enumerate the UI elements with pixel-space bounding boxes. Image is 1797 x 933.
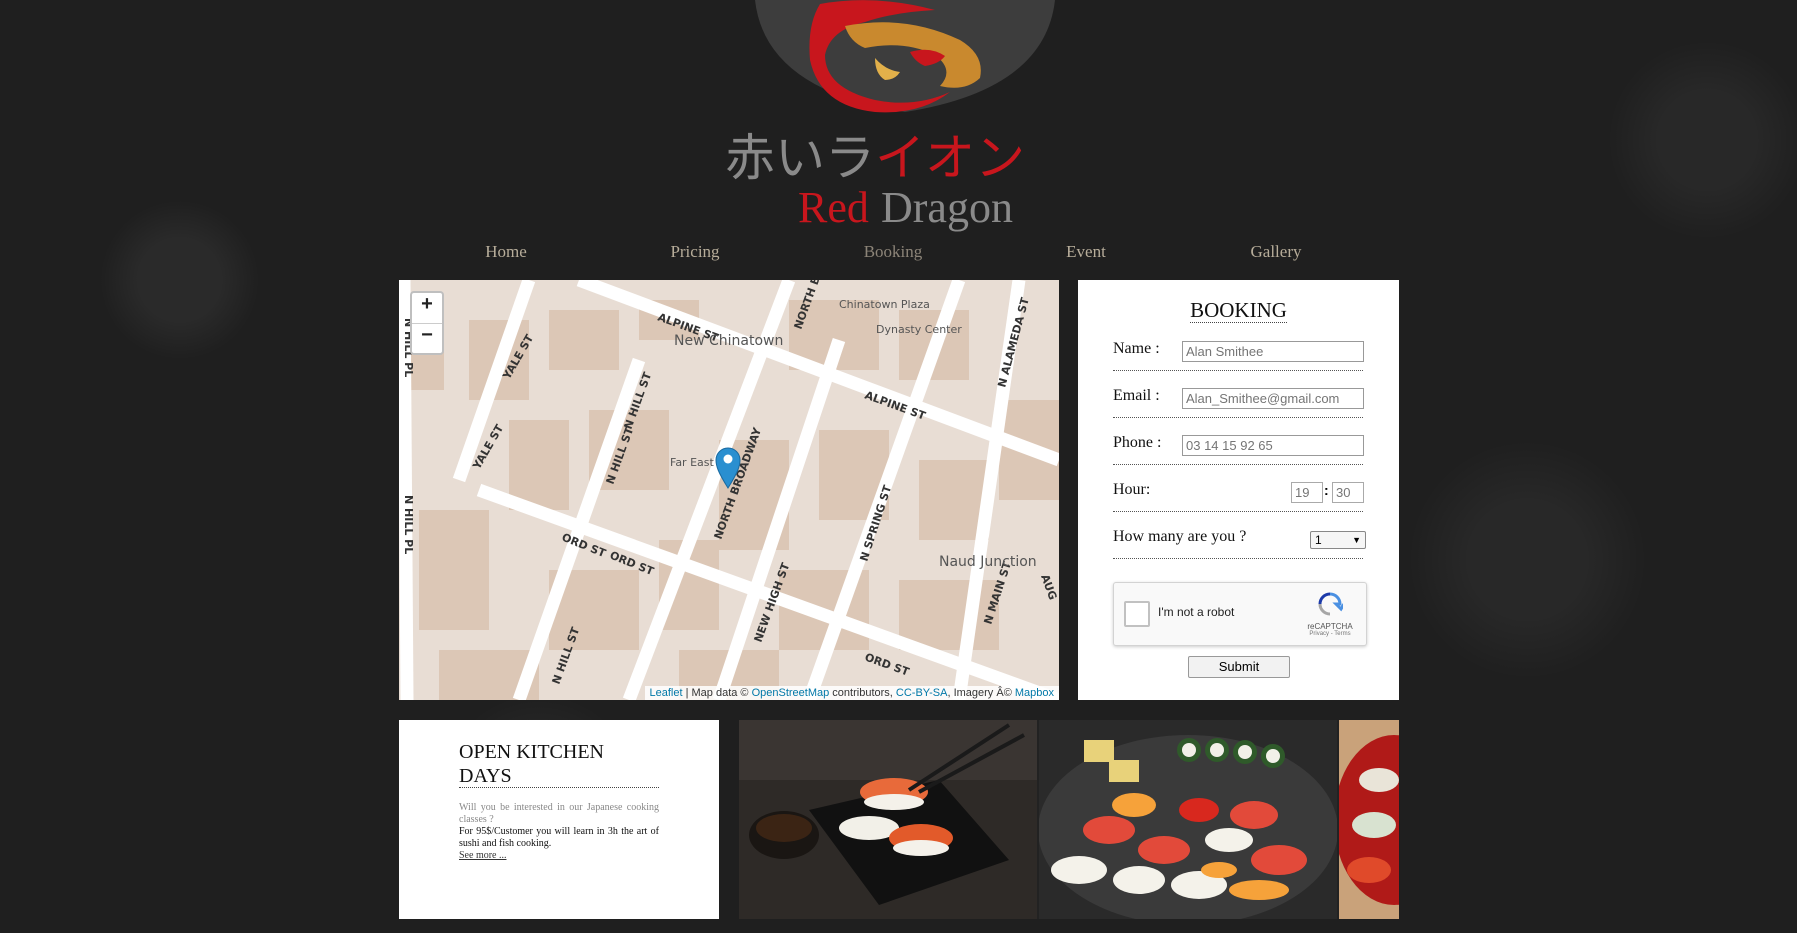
name-row: Name : [1113,330,1364,371]
phone-label: Phone : [1113,434,1162,451]
map-attribution: Leaflet | Map data © OpenStreetMap contr… [644,686,1059,700]
restaurant-logo[interactable]: 赤いライオン Red Dragon [725,0,1085,232]
see-more-link[interactable]: See more ... [459,850,507,861]
hour-separator: : [1324,482,1329,498]
hour-label: Hour: [1113,481,1151,498]
recaptcha-checkbox[interactable] [1124,601,1150,627]
open-kitchen-card: OPEN KITCHEN DAYS Will you be interested… [399,720,719,919]
hour-row: Hour: : [1113,471,1364,512]
dropdown-arrow-icon: ▼ [1352,535,1361,545]
submit-button[interactable]: Submit [1188,656,1290,678]
svg-text:N HILL PL: N HILL PL [402,495,415,554]
main-nav: Home Pricing Booking Event Gallery [399,242,1398,266]
kitchen-intro: Will you be interested in our Japanese c… [459,802,659,825]
booking-title: BOOKING [1190,298,1287,323]
recaptcha-label: I'm not a robot [1158,605,1235,619]
recaptcha-logo-icon [1318,592,1346,616]
nav-pricing[interactable]: Pricing [670,242,719,262]
map-tiles: ALPINE ST ALPINE ST NORTH BROADWAY N HIL… [399,280,1059,700]
guests-select[interactable]: 1 ▼ [1310,531,1366,549]
svg-text:Naud Junction: Naud Junction [939,554,1037,570]
license-link[interactable]: CC-BY-SA [896,687,948,699]
svg-text:Dynasty Center: Dynasty Center [876,323,962,336]
gallery-photo-3[interactable] [1339,720,1399,919]
email-row: Email : [1113,377,1364,418]
nav-booking[interactable]: Booking [864,242,923,262]
brand-name-dragon: Dragon [881,183,1013,232]
dragon-emblem-icon: 赤いライオン Red Dragon [725,0,1055,232]
kitchen-details: For 95$/Customer you will learn in 3h th… [459,826,659,849]
osm-link[interactable]: OpenStreetMap [752,687,830,699]
email-label: Email : [1113,387,1160,404]
japanese-name: 赤いライオン [725,129,1025,187]
sushi-tray-image [1339,720,1399,919]
location-map[interactable]: ALPINE ST ALPINE ST NORTH BROADWAY N HIL… [399,280,1059,700]
phone-field[interactable] [1182,435,1364,456]
guests-label: How many are you ? [1113,528,1247,545]
gallery-photo-1[interactable] [739,720,1037,919]
leaflet-link[interactable]: Leaflet [650,687,683,699]
mapbox-link[interactable]: Mapbox [1015,687,1054,699]
nav-gallery[interactable]: Gallery [1251,242,1302,262]
recaptcha-links[interactable]: Privacy - Terms [1300,631,1360,637]
recaptcha-widget: I'm not a robot reCAPTCHA Privacy - Term… [1113,582,1367,646]
kitchen-title: OPEN KITCHEN DAYS [459,741,604,787]
photo-gallery[interactable] [739,720,1399,919]
name-label: Name : [1113,340,1160,357]
gallery-photo-2[interactable] [1039,720,1337,919]
booking-panel: BOOKING Name : Email : Phone : Hour: : H… [1078,280,1399,700]
sushi-plate-image [739,720,1037,919]
svg-text:Chinatown Plaza: Chinatown Plaza [839,298,930,311]
zoom-control: + − [410,291,444,355]
phone-row: Phone : [1113,424,1364,465]
sushi-platter-image [1039,720,1337,919]
hour-field[interactable] [1291,482,1323,503]
divider [459,787,659,788]
minute-field[interactable] [1332,482,1364,503]
brand-name-red: Red [798,183,869,232]
nav-event[interactable]: Event [1066,242,1106,262]
svg-text:New Chinatown: New Chinatown [674,333,783,349]
recaptcha-brand: reCAPTCHA [1307,622,1353,631]
nav-home[interactable]: Home [485,242,527,262]
zoom-in-button[interactable]: + [412,293,442,323]
name-field[interactable] [1182,341,1364,362]
zoom-out-button[interactable]: − [412,323,442,353]
email-field[interactable] [1182,388,1364,409]
guests-row: How many are you ? 1 ▼ [1113,518,1366,559]
